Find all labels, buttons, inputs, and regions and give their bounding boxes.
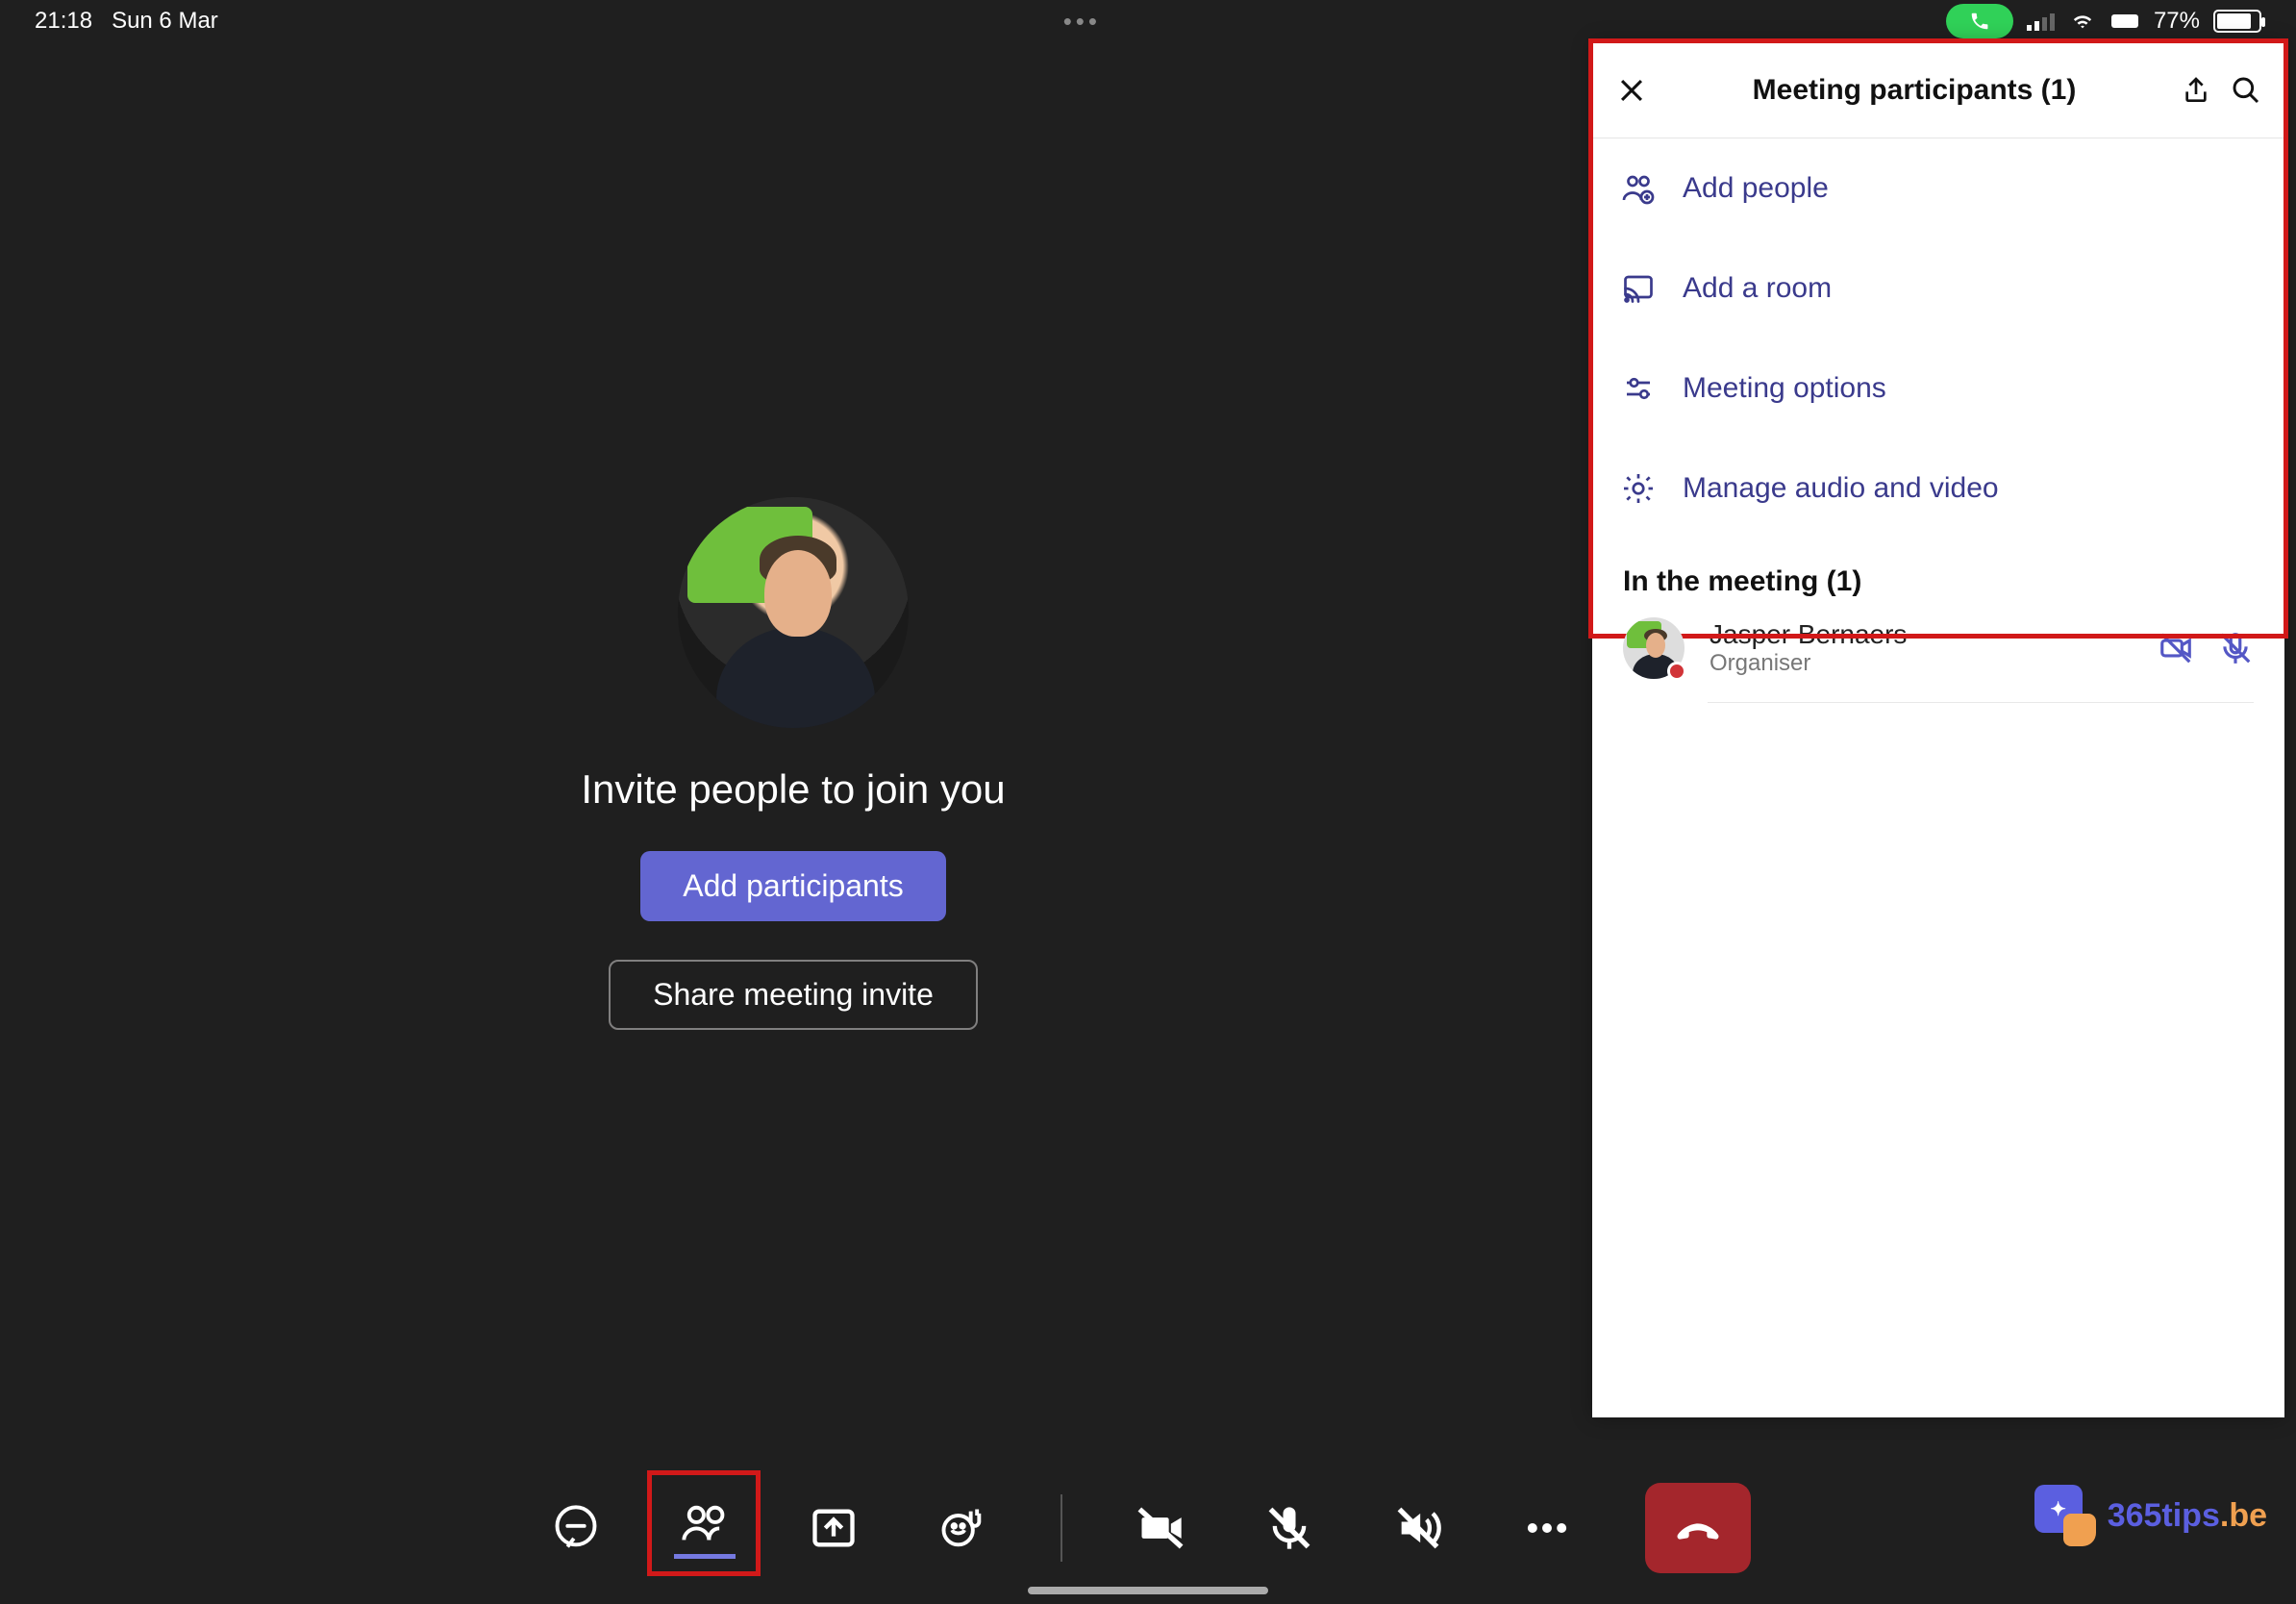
cellular-icon: [2027, 12, 2056, 31]
add-people-icon: [1621, 171, 1656, 206]
add-room-label: Add a room: [1683, 272, 1832, 305]
meeting-toolbar: [0, 1483, 2296, 1573]
hang-up-icon: [1671, 1501, 1725, 1555]
self-avatar: [678, 497, 909, 728]
participant-row[interactable]: Jasper Bernaers Organiser: [1592, 617, 2284, 702]
cast-icon: [1621, 271, 1656, 306]
gear-icon: [1621, 471, 1656, 506]
panel-actions: Add people Add a room Meeting options Ma…: [1592, 138, 2284, 539]
meeting-options-label: Meeting options: [1683, 372, 1886, 405]
manage-av-label: Manage audio and video: [1683, 472, 1999, 505]
mic-off-icon: [2217, 630, 2254, 666]
chat-button[interactable]: [545, 1497, 607, 1559]
more-button[interactable]: [1516, 1497, 1578, 1559]
add-participants-button[interactable]: Add participants: [640, 851, 945, 921]
meeting-stage: Invite people to join you Add participan…: [0, 42, 1586, 1485]
share-meeting-invite-button[interactable]: Share meeting invite: [609, 960, 978, 1030]
wifi-icon: [2069, 11, 2096, 32]
manage-av-item[interactable]: Manage audio and video: [1592, 439, 2284, 539]
home-indicator[interactable]: [1028, 1587, 1268, 1594]
participant-role: Organiser: [1710, 650, 2133, 677]
status-bar: 21:18 Sun 6 Mar ••• 77%: [0, 0, 2296, 42]
mic-button[interactable]: [1259, 1497, 1320, 1559]
chat-icon: [551, 1503, 601, 1553]
people-icon: [680, 1498, 730, 1548]
status-sysmenu[interactable]: •••: [1063, 7, 1101, 37]
reactions-button[interactable]: [932, 1497, 993, 1559]
mic-off-icon: [1264, 1503, 1314, 1553]
close-icon[interactable]: [1615, 74, 1648, 107]
panel-header: Meeting participants (1): [1592, 42, 2284, 138]
speaker-off-icon: [1393, 1503, 1443, 1553]
phone-icon: [1969, 11, 1990, 32]
meeting-options-item[interactable]: Meeting options: [1592, 338, 2284, 439]
presence-busy-icon: [1667, 662, 1686, 681]
search-icon[interactable]: [2231, 75, 2261, 106]
participant-name: Jasper Bernaers: [1710, 619, 2133, 650]
sliders-icon: [1621, 371, 1656, 406]
battery-percent: 77%: [2154, 8, 2200, 35]
toolbar-divider: [1061, 1494, 1062, 1562]
reactions-icon: [937, 1503, 987, 1553]
add-room-item[interactable]: Add a room: [1592, 238, 2284, 338]
panel-title: Meeting participants (1): [1667, 74, 2161, 107]
add-people-label: Add people: [1683, 172, 1829, 205]
logo-icon: ✦: [2034, 1485, 2096, 1546]
speaker-button[interactable]: [1387, 1497, 1449, 1559]
add-people-item[interactable]: Add people: [1592, 138, 2284, 238]
status-time: 21:18: [35, 8, 92, 35]
share-content-button[interactable]: [803, 1497, 864, 1559]
hang-up-button[interactable]: [1645, 1483, 1751, 1573]
in-meeting-title: In the meeting (1): [1592, 539, 2284, 617]
camera-button[interactable]: [1130, 1497, 1191, 1559]
watermark-logo: ✦ 365tips.be: [2034, 1485, 2267, 1546]
participants-panel: Meeting participants (1) Add people Add …: [1592, 42, 2284, 1417]
camera-off-icon: [1136, 1503, 1185, 1553]
share-icon[interactable]: [2181, 75, 2211, 106]
camera-off-icon: [2158, 630, 2194, 666]
carplay-icon: [2109, 11, 2140, 32]
more-icon: [1522, 1503, 1572, 1553]
people-button[interactable]: [674, 1497, 736, 1559]
call-indicator-pill[interactable]: [1946, 4, 2013, 38]
share-screen-icon: [809, 1503, 859, 1553]
status-date: Sun 6 Mar: [112, 8, 218, 35]
battery-icon: [2213, 10, 2261, 33]
invite-title: Invite people to join you: [581, 766, 1005, 813]
participant-avatar: [1623, 617, 1685, 679]
